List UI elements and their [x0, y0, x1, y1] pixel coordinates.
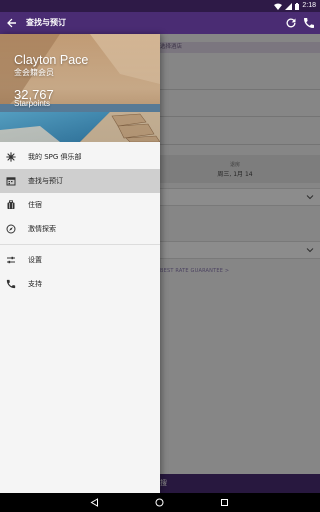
luggage-icon [7, 200, 15, 209]
nav-home-icon[interactable] [155, 498, 164, 507]
wifi-icon [274, 3, 283, 10]
menu-divider [0, 244, 160, 245]
member-level: 金会籍会员 [14, 68, 54, 77]
system-nav-bar [0, 493, 320, 512]
menu-item-label: 设置 [28, 256, 42, 264]
status-bar: 2:18 [0, 0, 320, 12]
menu-item-explore[interactable]: 激情探索 [0, 217, 160, 241]
phone-icon [6, 279, 16, 289]
battery-icon [295, 2, 300, 10]
menu-item-label: 我的 SPG 俱乐部 [28, 153, 82, 161]
member-name: Clayton Pace [14, 53, 89, 67]
starpoints-label: Starpoints [14, 99, 51, 108]
app-bar: 查找与预订 [0, 12, 320, 34]
page-title: 查找与预订 [26, 18, 66, 27]
menu-item-label: 查找与预订 [28, 177, 63, 185]
menu-item-settings[interactable]: 设置 [0, 248, 160, 272]
navigation-drawer: Clayton Pace 金会籍会员 32,767 Starpoints 我的 … [0, 34, 160, 493]
back-arrow-icon[interactable] [6, 17, 18, 29]
menu-item-my-spg[interactable]: 我的 SPG 俱乐部 [0, 145, 160, 169]
calendar-icon [6, 177, 16, 186]
menu-item-support[interactable]: 支持 [0, 272, 160, 296]
cell-signal-icon [285, 2, 293, 10]
menu-item-find-book[interactable]: 查找与预订 [0, 169, 160, 193]
nav-recent-icon[interactable] [220, 498, 229, 507]
menu-item-stays[interactable]: 住宿 [0, 193, 160, 217]
clock: 2:18 [302, 2, 316, 9]
menu-item-label: 支持 [28, 280, 42, 288]
refresh-icon[interactable] [285, 17, 297, 29]
settings-sliders-icon [7, 256, 15, 264]
nav-back-icon[interactable] [90, 498, 99, 507]
spg-star-icon [6, 152, 16, 162]
drawer-header: Clayton Pace 金会籍会员 32,767 Starpoints [0, 34, 160, 142]
phone-icon[interactable] [303, 17, 315, 29]
drawer-menu: 我的 SPG 俱乐部 查找与预订 住宿 激情探索 设置 支持 [0, 142, 160, 296]
menu-item-label: 住宿 [28, 201, 42, 209]
menu-item-label: 激情探索 [28, 225, 56, 233]
compass-icon [6, 224, 16, 234]
